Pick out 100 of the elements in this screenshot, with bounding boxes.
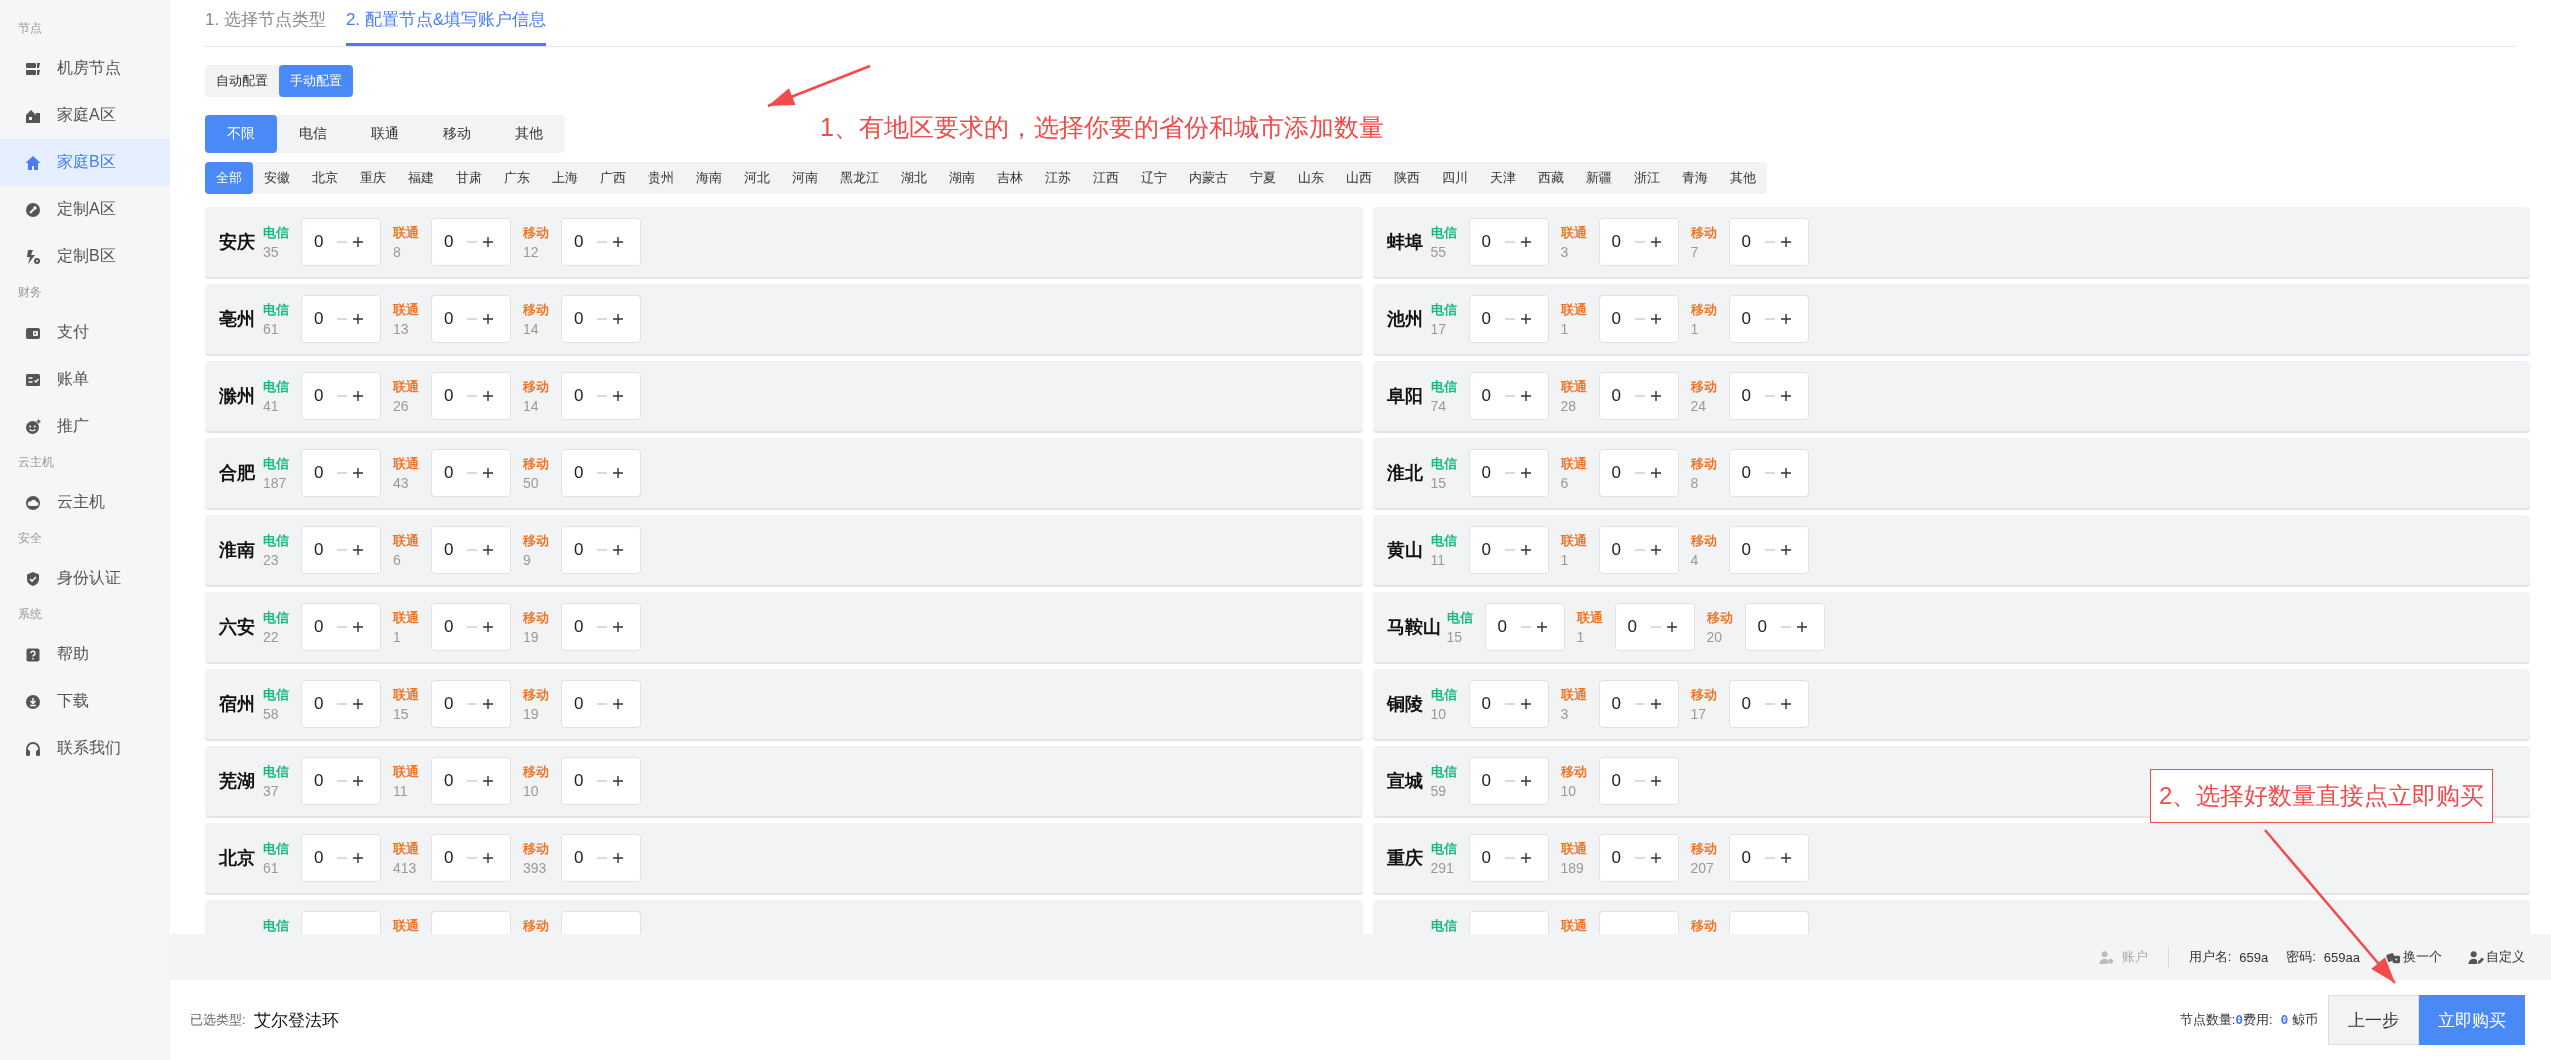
- quantity-input[interactable]: 0: [314, 386, 332, 406]
- province-tab[interactable]: 四川: [1431, 162, 1479, 194]
- plus-icon[interactable]: [1779, 236, 1792, 248]
- quantity-input[interactable]: 0: [444, 848, 462, 868]
- plus-icon[interactable]: [1519, 852, 1532, 864]
- quantity-stepper[interactable]: 0: [561, 372, 641, 420]
- quantity-stepper[interactable]: 0: [561, 680, 641, 728]
- plus-icon[interactable]: [1779, 467, 1792, 479]
- plus-icon[interactable]: [1665, 621, 1678, 633]
- plus-icon[interactable]: [352, 852, 364, 864]
- quantity-input[interactable]: 0: [574, 232, 592, 252]
- plus-icon[interactable]: [352, 775, 364, 787]
- quantity-stepper[interactable]: 0: [301, 757, 381, 805]
- plus-icon[interactable]: [612, 621, 624, 633]
- plus-icon[interactable]: [482, 852, 494, 864]
- plus-icon[interactable]: [482, 390, 494, 402]
- plus-icon[interactable]: [612, 698, 624, 710]
- quantity-input[interactable]: 0: [1611, 386, 1630, 406]
- quantity-stepper[interactable]: 0: [1744, 603, 1825, 651]
- plus-icon[interactable]: [352, 467, 364, 479]
- quantity-stepper[interactable]: 0: [431, 680, 511, 728]
- quantity-input[interactable]: 0: [314, 540, 332, 560]
- plus-icon[interactable]: [1795, 621, 1808, 633]
- quantity-input[interactable]: 0: [1611, 771, 1630, 791]
- quantity-input[interactable]: 0: [1741, 694, 1760, 714]
- quantity-input[interactable]: 0: [444, 309, 462, 329]
- quantity-input[interactable]: 0: [444, 463, 462, 483]
- plus-icon[interactable]: [612, 544, 624, 556]
- quantity-input[interactable]: 0: [444, 232, 462, 252]
- quantity-stepper[interactable]: 0: [561, 449, 641, 497]
- plus-icon[interactable]: [1535, 621, 1548, 633]
- plus-icon[interactable]: [482, 544, 494, 556]
- quantity-stepper[interactable]: 0: [1598, 295, 1679, 343]
- plus-icon[interactable]: [1519, 467, 1532, 479]
- plus-icon[interactable]: [612, 236, 624, 248]
- quantity-input[interactable]: 0: [574, 617, 592, 637]
- plus-icon[interactable]: [1649, 775, 1662, 787]
- sidebar-item[interactable]: 定制B区: [0, 233, 170, 280]
- quantity-stepper[interactable]: 0: [1728, 218, 1809, 266]
- province-tab[interactable]: 辽宁: [1130, 162, 1178, 194]
- province-tab[interactable]: 河南: [781, 162, 829, 194]
- province-tab[interactable]: 北京: [301, 162, 349, 194]
- plus-icon[interactable]: [612, 313, 624, 325]
- province-tab[interactable]: 湖北: [890, 162, 938, 194]
- plus-icon[interactable]: [1519, 775, 1532, 787]
- carrier-filter-tab[interactable]: 移动: [421, 115, 493, 153]
- quantity-stepper[interactable]: 0: [1598, 218, 1679, 266]
- quantity-input[interactable]: 0: [314, 771, 332, 791]
- quantity-input[interactable]: 0: [314, 232, 332, 252]
- plus-icon[interactable]: [1649, 852, 1662, 864]
- sidebar-item[interactable]: 机房节点: [0, 45, 170, 92]
- quantity-stepper[interactable]: 0: [561, 757, 641, 805]
- province-tab[interactable]: 陕西: [1383, 162, 1431, 194]
- sidebar-item[interactable]: 云主机: [0, 479, 170, 526]
- quantity-input[interactable]: 0: [1741, 309, 1760, 329]
- plus-icon[interactable]: [352, 544, 364, 556]
- carrier-filter-tab[interactable]: 联通: [349, 115, 421, 153]
- plus-icon[interactable]: [1779, 698, 1792, 710]
- plus-icon[interactable]: [612, 852, 624, 864]
- quantity-input[interactable]: 0: [1741, 848, 1760, 868]
- quantity-stepper[interactable]: 0: [561, 295, 641, 343]
- quantity-input[interactable]: 0: [1481, 694, 1500, 714]
- province-tab[interactable]: 天津: [1479, 162, 1527, 194]
- province-tab[interactable]: 江西: [1082, 162, 1130, 194]
- quantity-input[interactable]: 0: [314, 309, 332, 329]
- plus-icon[interactable]: [1519, 236, 1532, 248]
- quantity-stepper[interactable]: 0: [561, 218, 641, 266]
- quantity-stepper[interactable]: 0: [1728, 526, 1809, 574]
- quantity-input[interactable]: 0: [1611, 540, 1630, 560]
- quantity-input[interactable]: 0: [1481, 848, 1500, 868]
- plus-icon[interactable]: [1519, 390, 1532, 402]
- plus-icon[interactable]: [612, 390, 624, 402]
- quantity-input[interactable]: 0: [1481, 463, 1500, 483]
- plus-icon[interactable]: [352, 621, 364, 633]
- quantity-stepper[interactable]: 0: [1728, 834, 1809, 882]
- quantity-input[interactable]: 0: [314, 617, 332, 637]
- province-tab[interactable]: 新疆: [1575, 162, 1623, 194]
- regenerate-link[interactable]: 换一个: [2386, 948, 2442, 966]
- plus-icon[interactable]: [1649, 390, 1662, 402]
- quantity-input[interactable]: 0: [1611, 463, 1630, 483]
- back-button[interactable]: 上一步: [2328, 995, 2419, 1045]
- plus-icon[interactable]: [482, 467, 494, 479]
- plus-icon[interactable]: [482, 236, 494, 248]
- plus-icon[interactable]: [1779, 544, 1792, 556]
- quantity-stepper[interactable]: 0: [431, 372, 511, 420]
- quantity-stepper[interactable]: 0: [301, 449, 381, 497]
- quantity-stepper[interactable]: 0: [1598, 526, 1679, 574]
- province-tab[interactable]: 宁夏: [1239, 162, 1287, 194]
- plus-icon[interactable]: [612, 775, 624, 787]
- quantity-stepper[interactable]: 0: [431, 218, 511, 266]
- config-mode-tab[interactable]: 自动配置: [205, 65, 279, 97]
- quantity-stepper[interactable]: 0: [301, 603, 381, 651]
- quantity-stepper[interactable]: 0: [1468, 295, 1549, 343]
- quantity-input[interactable]: 0: [574, 463, 592, 483]
- quantity-stepper[interactable]: 0: [1468, 449, 1549, 497]
- quantity-stepper[interactable]: 0: [1468, 680, 1549, 728]
- province-tab[interactable]: 海南: [685, 162, 733, 194]
- plus-icon[interactable]: [1649, 313, 1662, 325]
- quantity-input[interactable]: 0: [1741, 540, 1760, 560]
- quantity-stepper[interactable]: 0: [1468, 218, 1549, 266]
